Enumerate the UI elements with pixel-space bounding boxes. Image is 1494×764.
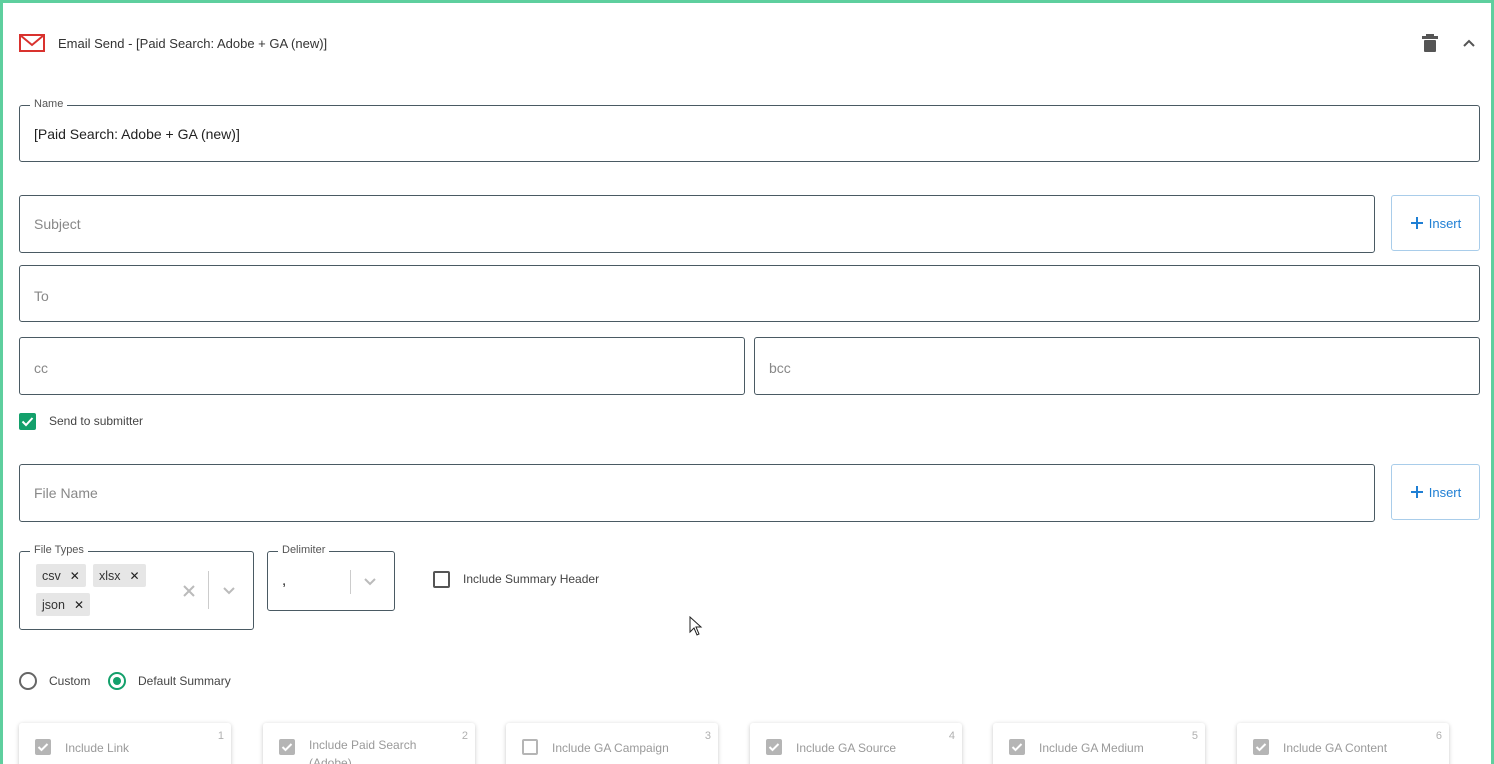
cc-input[interactable]: cc — [19, 337, 745, 395]
column-label: Include GA Content — [1283, 741, 1388, 755]
column-number: 6 — [1435, 730, 1442, 742]
chip-label: csv — [42, 568, 61, 583]
insert-label: Insert — [1428, 215, 1462, 231]
column-checkbox[interactable] — [1009, 739, 1025, 755]
column-number: 2 — [461, 730, 468, 742]
column-card-include-paid-search[interactable]: Include Paid Search (Adobe) 2 — [263, 723, 475, 764]
custom-radio[interactable] — [19, 672, 37, 690]
subject-placeholder: Subject — [34, 216, 81, 232]
column-number: 3 — [704, 730, 711, 742]
subject-insert-button[interactable]: Insert — [1391, 195, 1480, 251]
checkmark-icon — [281, 743, 293, 752]
plus-icon — [1410, 217, 1423, 229]
select-divider — [208, 571, 209, 609]
mail-icon — [19, 34, 45, 52]
column-number: 1 — [217, 730, 224, 742]
checkmark-icon — [21, 417, 34, 427]
chevron-up-icon[interactable] — [1461, 35, 1477, 51]
default-summary-radio-label: Default Summary — [138, 674, 231, 688]
panel-header: Email Send - [Paid Search: Adobe + GA (n… — [19, 31, 327, 55]
select-divider — [350, 570, 351, 594]
column-label: Include GA Medium — [1039, 741, 1144, 755]
remove-chip-icon[interactable]: ✕ — [130, 569, 140, 583]
column-checkbox[interactable] — [766, 739, 782, 755]
file-types-select[interactable]: File Types csv ✕ xlsx ✕ json ✕ — [19, 544, 254, 630]
bcc-input[interactable]: bcc — [754, 337, 1480, 395]
file-type-chip-csv: csv ✕ — [36, 564, 86, 587]
name-field[interactable]: Name [Paid Search: Adobe + GA (new)] — [19, 98, 1480, 162]
to-placeholder: To — [34, 288, 49, 304]
subject-input[interactable]: Subject — [19, 195, 1375, 253]
column-label: Include Paid Search (Adobe) — [309, 738, 417, 764]
delimiter-legend: Delimiter — [278, 544, 330, 556]
chevron-down-icon[interactable] — [222, 585, 236, 597]
to-input[interactable]: To — [19, 265, 1480, 322]
file-type-chip-json: json ✕ — [36, 593, 90, 616]
remove-chip-icon[interactable]: ✕ — [74, 598, 84, 612]
file-types-legend: File Types — [30, 544, 88, 556]
file-type-chip-xlsx: xlsx ✕ — [93, 564, 146, 587]
column-card-include-link[interactable]: Include Link 1 — [19, 723, 231, 764]
custom-radio-label: Custom — [49, 674, 91, 688]
column-card-include-ga-campaign[interactable]: Include GA Campaign 3 — [506, 723, 718, 764]
column-card-include-ga-medium[interactable]: Include GA Medium 5 — [993, 723, 1205, 764]
file-name-input[interactable]: File Name — [19, 464, 1375, 522]
column-number: 4 — [948, 730, 955, 742]
default-summary-radio[interactable] — [108, 672, 126, 690]
chip-label: xlsx — [99, 568, 121, 583]
mouse-cursor-icon — [689, 616, 703, 636]
clear-icon[interactable] — [183, 585, 195, 597]
name-field-legend: Name — [30, 98, 68, 110]
panel-title: Email Send - [Paid Search: Adobe + GA (n… — [58, 35, 328, 51]
column-checkbox[interactable] — [35, 739, 51, 755]
column-card-include-ga-content[interactable]: Include GA Content 6 — [1237, 723, 1449, 764]
column-label: Include GA Source — [796, 741, 897, 755]
column-card-include-ga-source[interactable]: Include GA Source 4 — [750, 723, 962, 764]
insert-label: Insert — [1428, 484, 1462, 500]
file-name-placeholder: File Name — [34, 485, 98, 501]
checkmark-icon — [768, 743, 780, 752]
email-send-panel: Email Send - [Paid Search: Adobe + GA (n… — [0, 0, 1494, 764]
name-field-value: [Paid Search: Adobe + GA (new)] — [34, 126, 240, 142]
checkmark-icon — [37, 743, 49, 752]
column-label: Include Link — [65, 741, 130, 755]
column-checkbox[interactable] — [522, 739, 538, 755]
column-number: 5 — [1191, 730, 1198, 742]
chevron-down-icon[interactable] — [363, 576, 377, 588]
column-label: Include GA Campaign — [552, 741, 669, 755]
chip-label: json — [42, 597, 65, 612]
send-to-submitter-checkbox[interactable] — [19, 413, 36, 430]
include-summary-header-checkbox[interactable] — [433, 571, 450, 588]
column-checkbox[interactable] — [1253, 739, 1269, 755]
file-name-insert-button[interactable]: Insert — [1391, 464, 1480, 520]
send-to-submitter-label: Send to submitter — [49, 414, 144, 428]
plus-icon — [1410, 486, 1423, 498]
bcc-placeholder: bcc — [769, 360, 791, 376]
checkmark-icon — [1011, 743, 1023, 752]
checkmark-icon — [1255, 743, 1267, 752]
include-summary-header-label: Include Summary Header — [463, 572, 600, 586]
cc-placeholder: cc — [34, 360, 48, 376]
delimiter-select[interactable]: Delimiter , — [267, 544, 395, 611]
delimiter-value: , — [282, 572, 287, 589]
column-checkbox[interactable] — [279, 739, 295, 755]
remove-chip-icon[interactable]: ✕ — [70, 569, 80, 583]
trash-icon[interactable] — [1421, 33, 1439, 53]
